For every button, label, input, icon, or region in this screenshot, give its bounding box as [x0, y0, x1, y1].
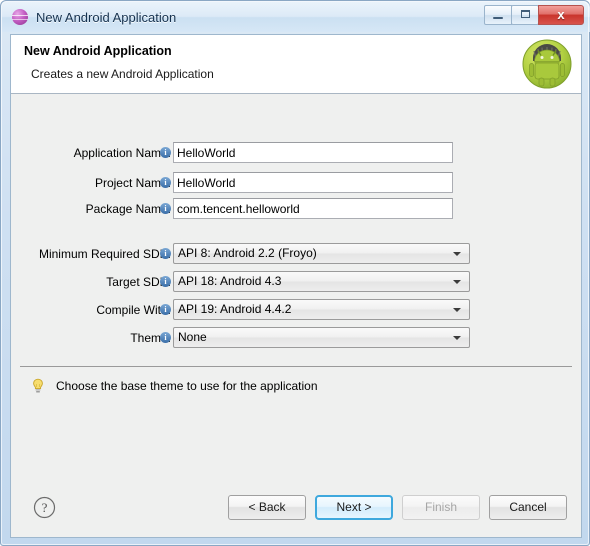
label-theme: Theme: [130, 331, 171, 345]
field-row-package-name: Package Name: i [11, 198, 581, 220]
field-row-target-sdk: Target SDK: i API 18: Android 4.3 [11, 271, 581, 293]
minimize-icon[interactable] [484, 5, 512, 25]
label-target-sdk: Target SDK: [106, 275, 171, 289]
theme-dropdown[interactable]: None [173, 327, 470, 348]
info-icon[interactable]: i [160, 203, 171, 214]
wizard-button-bar: < Back Next > Finish Cancel [228, 495, 567, 520]
application-name-input[interactable] [173, 142, 453, 163]
field-row-compile-with: Compile With: i API 19: Android 4.4.2 [11, 299, 581, 321]
label-compile-with: Compile With: [96, 303, 171, 317]
label-wrap-minimum-sdk: Minimum Required SDK: i [11, 243, 171, 265]
field-row-minimum-sdk: Minimum Required SDK: i API 8: Android 2… [11, 243, 581, 265]
close-icon[interactable]: x [538, 5, 584, 25]
back-button[interactable]: < Back [228, 495, 306, 520]
title-bar[interactable]: New Android Application x [2, 2, 590, 32]
page-subtitle: Creates a new Android Application [31, 67, 214, 81]
help-question-icon[interactable]: ? [33, 496, 56, 519]
label-project-name: Project Name: [94, 176, 171, 190]
minimum-required-sdk-dropdown[interactable]: API 8: Android 2.2 (Froyo) [173, 243, 470, 264]
info-icon[interactable]: i [160, 332, 171, 343]
hint-text: Choose the base theme to use for the app… [56, 379, 318, 393]
package-name-input[interactable] [173, 198, 453, 219]
chevron-down-icon [453, 252, 461, 256]
label-application-name: Application Name: [73, 146, 171, 160]
form-area: Application Name: i Project Name: i Pack… [11, 95, 581, 360]
hint-bar: Choose the base theme to use for the app… [23, 376, 563, 396]
target-sdk-dropdown[interactable]: API 18: Android 4.3 [173, 271, 470, 292]
android-robot-icon [522, 39, 572, 89]
dialog-window: New Android Application x New Android Ap… [0, 0, 590, 546]
field-row-theme: Theme: i None [11, 327, 581, 349]
chevron-down-icon [453, 336, 461, 340]
svg-text:?: ? [42, 500, 48, 515]
project-name-input[interactable] [173, 172, 453, 193]
page-title: New Android Application [24, 44, 172, 58]
info-icon[interactable]: i [160, 248, 171, 259]
target-sdk-value: API 18: Android 4.3 [178, 274, 282, 288]
label-wrap-application-name: Application Name: i [11, 142, 171, 164]
wizard-header: New Android Application Creates a new An… [11, 35, 581, 94]
dialog-client-area: New Android Application Creates a new An… [10, 34, 582, 538]
theme-value: None [178, 330, 207, 344]
info-icon[interactable]: i [160, 276, 171, 287]
lightbulb-icon [33, 378, 43, 393]
hint-divider [20, 366, 572, 367]
field-row-project-name: Project Name: i [11, 172, 581, 194]
info-icon[interactable]: i [160, 304, 171, 315]
label-minimum-required-sdk: Minimum Required SDK: [38, 247, 171, 261]
footer-bar: ? < Back Next > Finish Cancel [11, 485, 581, 537]
next-button[interactable]: Next > [315, 495, 393, 520]
chevron-down-icon [453, 308, 461, 312]
minimum-required-sdk-value: API 8: Android 2.2 (Froyo) [178, 246, 317, 260]
chevron-down-icon [453, 280, 461, 284]
label-wrap-compile-with: Compile With: i [11, 299, 171, 321]
compile-with-dropdown[interactable]: API 19: Android 4.4.2 [173, 299, 470, 320]
cancel-button[interactable]: Cancel [489, 495, 567, 520]
window-title: New Android Application [36, 9, 177, 25]
window-controls: x [484, 5, 584, 25]
info-icon[interactable]: i [160, 177, 171, 188]
info-icon[interactable]: i [160, 147, 171, 158]
label-package-name: Package Name: [85, 202, 171, 216]
maximize-icon[interactable] [511, 5, 539, 25]
field-row-application-name: Application Name: i [11, 142, 581, 164]
label-wrap-package-name: Package Name: i [11, 198, 171, 220]
finish-button: Finish [402, 495, 480, 520]
eclipse-sphere-icon [12, 9, 28, 25]
label-wrap-project-name: Project Name: i [11, 172, 171, 194]
label-wrap-target-sdk: Target SDK: i [11, 271, 171, 293]
compile-with-value: API 19: Android 4.4.2 [178, 302, 292, 316]
label-wrap-theme: Theme: i [11, 327, 171, 349]
